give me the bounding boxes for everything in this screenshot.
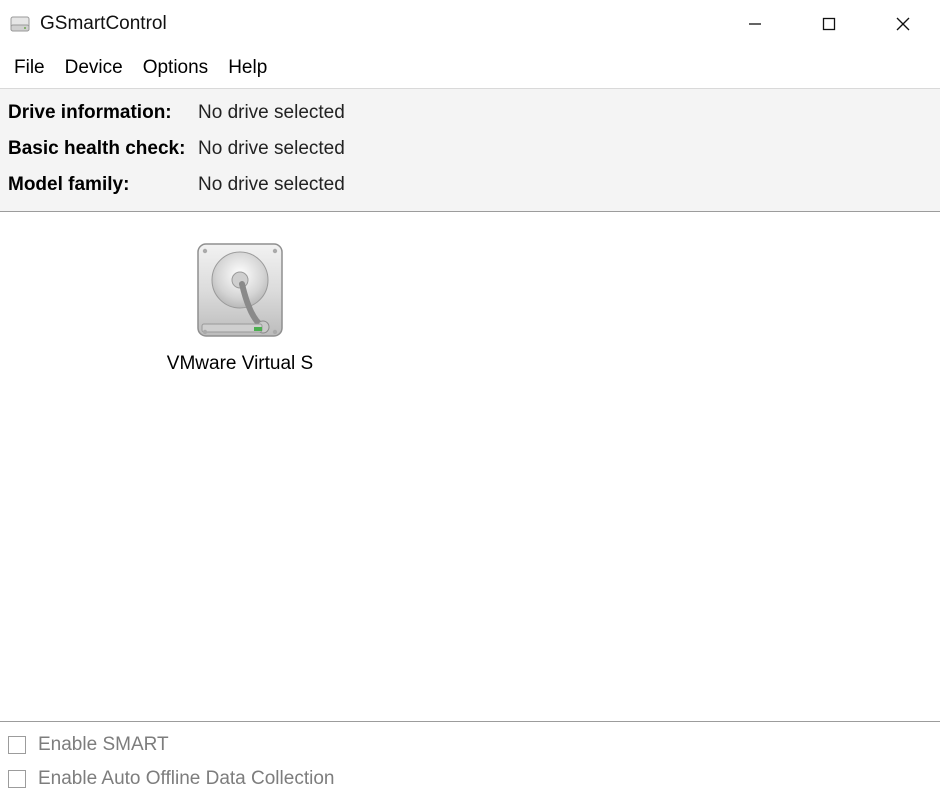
checkbox-icon[interactable]: [8, 736, 26, 754]
drive-list: VMware Virtual S: [0, 212, 940, 720]
info-row-model-family: Model family: No drive selected: [8, 167, 932, 203]
enable-auto-offline-label: Enable Auto Offline Data Collection: [38, 762, 334, 796]
hard-drive-icon: [192, 240, 288, 345]
enable-smart-label: Enable SMART: [38, 728, 169, 762]
close-button[interactable]: [866, 0, 940, 48]
menu-options[interactable]: Options: [133, 51, 218, 85]
enable-auto-offline-row[interactable]: Enable Auto Offline Data Collection: [8, 762, 932, 796]
maximize-button[interactable]: [792, 0, 866, 48]
window-controls: [718, 0, 940, 48]
checkbox-icon[interactable]: [8, 770, 26, 788]
window-title: GSmartControl: [40, 13, 167, 35]
info-label: Drive information:: [8, 95, 198, 131]
menu-file[interactable]: File: [4, 51, 55, 85]
menu-help[interactable]: Help: [218, 51, 277, 85]
info-value: No drive selected: [198, 167, 345, 203]
minimize-button[interactable]: [718, 0, 792, 48]
info-row-drive-information: Drive information: No drive selected: [8, 95, 932, 131]
app-icon: [10, 14, 30, 34]
info-value: No drive selected: [198, 131, 345, 167]
enable-smart-row[interactable]: Enable SMART: [8, 728, 932, 762]
info-label: Model family:: [8, 167, 198, 203]
drive-info-panel: Drive information: No drive selected Bas…: [0, 88, 940, 212]
drive-item[interactable]: VMware Virtual S: [150, 240, 330, 375]
bottom-options: Enable SMART Enable Auto Offline Data Co…: [0, 721, 940, 804]
info-row-basic-health-check: Basic health check: No drive selected: [8, 131, 932, 167]
info-value: No drive selected: [198, 95, 345, 131]
menu-device[interactable]: Device: [55, 51, 133, 85]
menu-bar: File Device Options Help: [0, 48, 940, 88]
drive-label: VMware Virtual S: [167, 353, 313, 375]
info-label: Basic health check:: [8, 131, 198, 167]
title-bar: GSmartControl: [0, 0, 940, 48]
